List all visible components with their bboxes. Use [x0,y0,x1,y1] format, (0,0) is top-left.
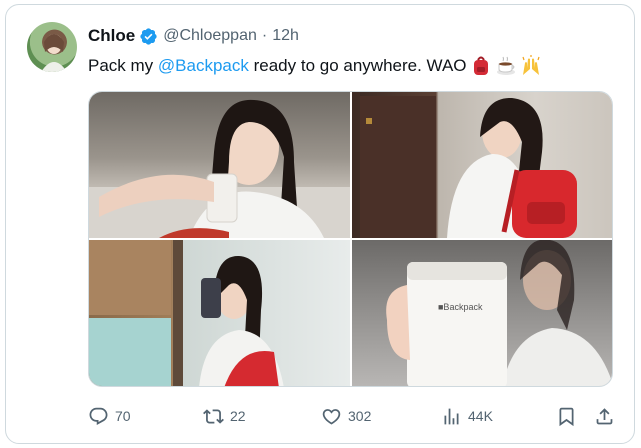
tweet-card[interactable]: Chloe @Chloeppan · 12h Pack my @Backpack… [5,4,635,444]
photo-2[interactable] [352,92,612,238]
mention-link[interactable]: @Backpack [158,56,249,76]
repost-icon [203,408,224,424]
coffee-emoji-icon [496,56,515,75]
photo-4[interactable]: ■Backpack [352,240,612,386]
verified-badge-icon [140,27,157,45]
views-chart-icon [444,408,459,424]
bookmark-button[interactable] [556,403,577,429]
like-count: 302 [348,408,372,424]
avatar[interactable] [27,22,77,72]
bookmark-icon [559,407,574,426]
tweet-text: Pack my @Backpack ready to go anywhere. … [88,55,542,77]
views-button[interactable]: 44K [441,403,493,429]
reply-button[interactable]: 70 [88,403,131,429]
views-count: 44K [468,408,493,424]
share-button[interactable] [594,403,615,429]
tweet-text-end: ready to go anywhere. WAO [248,56,467,75]
repost-count: 22 [230,408,246,424]
media-grid: ■Backpack [88,91,613,387]
repost-button[interactable]: 22 [203,403,246,429]
tweet-text-start: Pack my [88,56,158,75]
share-icon [596,407,613,424]
photo-3[interactable] [89,240,350,386]
user-handle[interactable]: @Chloeppan [163,27,257,45]
like-button[interactable]: 302 [321,403,371,429]
display-name[interactable]: Chloe [88,26,135,46]
photo-1[interactable] [89,92,350,238]
svg-text:■Backpack: ■Backpack [438,302,483,312]
heart-icon [322,408,341,425]
raised-hands-emoji-icon [521,55,540,75]
reply-icon [89,407,108,425]
timestamp[interactable]: 12h [272,27,299,45]
action-bar: 70 22 302 44K [88,403,620,429]
backpack-emoji-icon [473,56,488,75]
reply-count: 70 [115,408,131,424]
separator-dot: · [261,27,268,44]
